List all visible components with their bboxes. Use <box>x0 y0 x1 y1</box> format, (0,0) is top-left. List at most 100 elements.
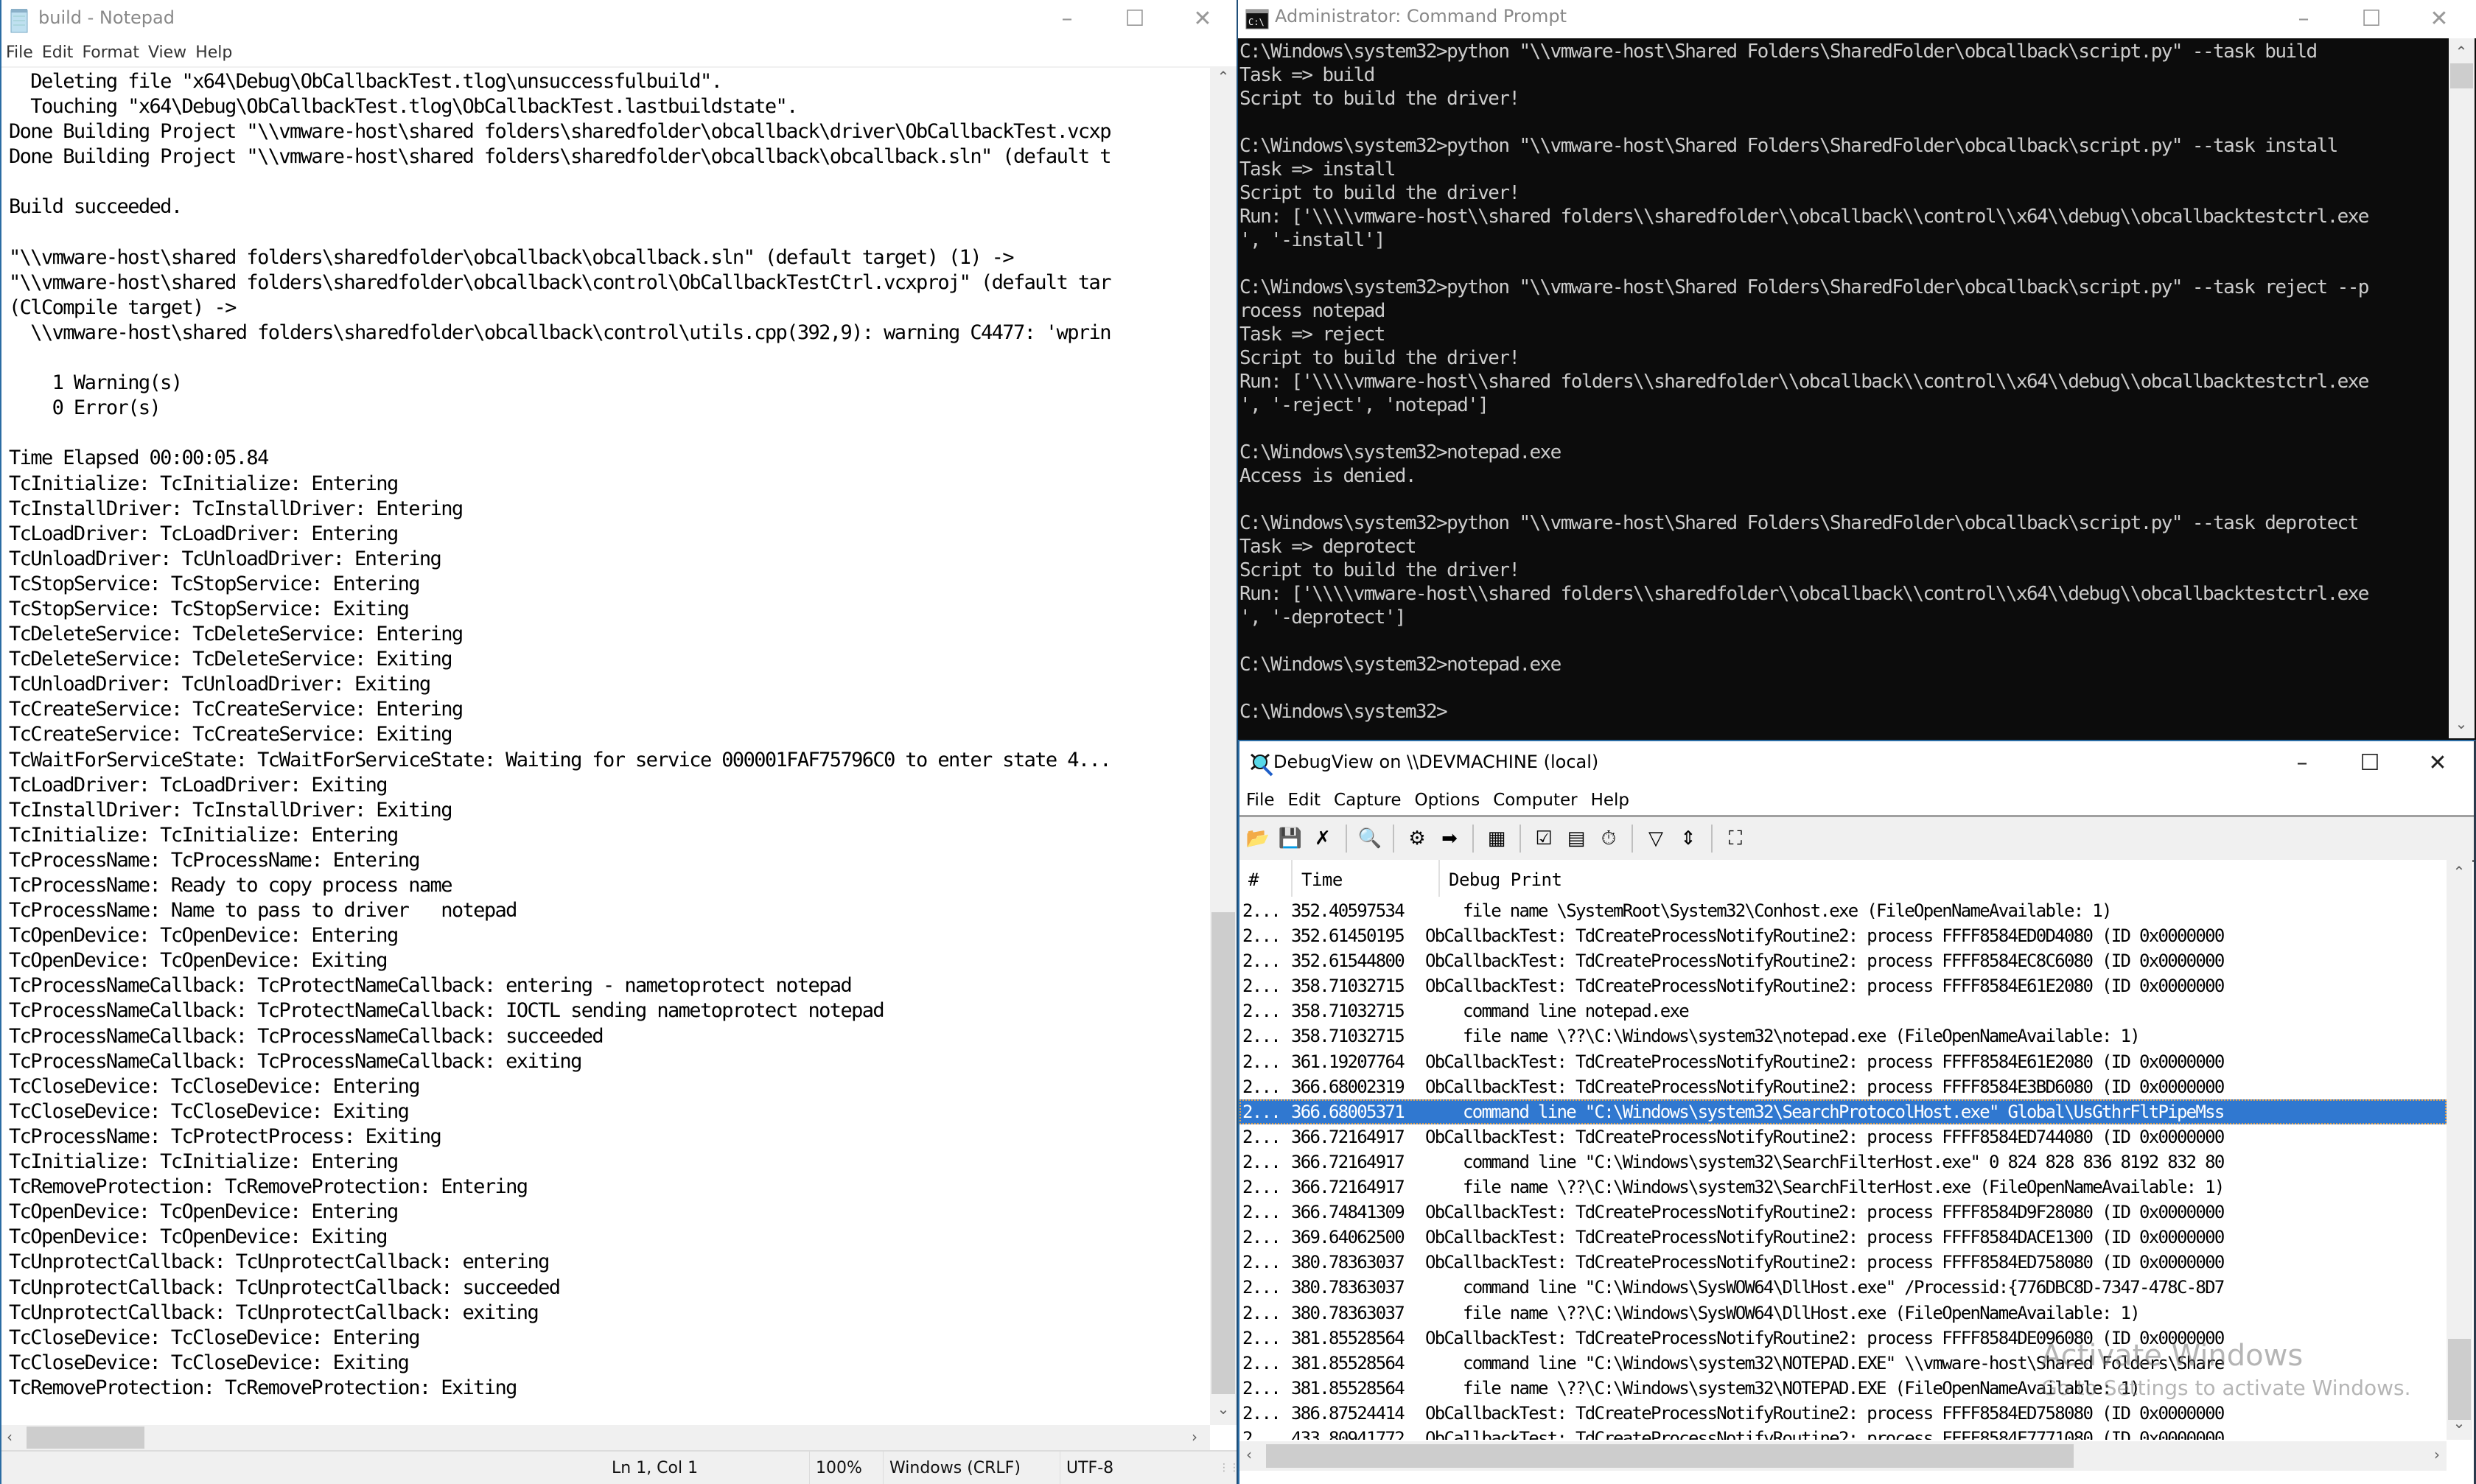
notepad-text-line: TcCloseDevice: TcCloseDevice: Exiting <box>9 1351 410 1374</box>
notepad-icon <box>10 9 28 33</box>
menu-edit[interactable]: Edit <box>1281 785 1328 815</box>
close-button[interactable]: ✕ <box>2404 741 2472 784</box>
close-button[interactable]: ✕ <box>1169 0 1237 37</box>
clock-time-icon[interactable]: ▤ <box>1562 825 1590 853</box>
debug-row[interactable]: 2... 366.72164917 command line "C:\Window… <box>1239 1149 2447 1175</box>
debugview-title-bar[interactable]: DebugView on \\DEVMACHINE (local) – ☐ ✕ <box>1239 741 2474 785</box>
clear-display-icon[interactable]: ✗ <box>1309 825 1337 853</box>
debug-row[interactable]: 2... 386.87524414 ObCallbackTest: TdCreate… <box>1239 1401 2447 1426</box>
history-depth-icon[interactable]: ⇕ <box>1674 825 1702 853</box>
debugview-vertical-scroll-thumb[interactable] <box>2448 1339 2471 1420</box>
scroll-up-arrow-icon[interactable]: ⌃ <box>1211 68 1236 85</box>
row-debug-print: ObCallbackTest: TdCreateProcessNotifyRou… <box>1425 1051 2225 1072</box>
capture-win32-icon[interactable]: ▦ <box>1483 825 1511 853</box>
debug-row[interactable]: 2... 358.71032715 ObCallbackTest: TdCreate… <box>1239 973 2447 998</box>
console-line: Task => install <box>1239 158 1396 181</box>
debug-row[interactable]: 2... 358.71032715 command line notepad.ex… <box>1239 998 2447 1023</box>
debug-row[interactable]: 2... 352.61544800 ObCallbackTest: TdCreate… <box>1239 948 2447 973</box>
row-time: 361.19207764 <box>1291 1051 1405 1072</box>
cmd-vertical-scroll-thumb[interactable] <box>2450 63 2473 88</box>
notepad-horizontal-scroll-thumb[interactable] <box>27 1427 144 1449</box>
notepad-text-area[interactable]: Deleting file "x64\Debug\ObCallbackTest.… <box>1 66 1210 1425</box>
scroll-right-arrow-icon[interactable]: › <box>1182 1428 1207 1446</box>
notepad-title-bar[interactable]: build - Notepad – ☐ ✕ <box>1 0 1237 41</box>
scroll-up-arrow-icon[interactable]: ⌃ <box>2449 43 2474 60</box>
menu-file[interactable]: File <box>1239 785 1281 815</box>
scroll-down-arrow-icon[interactable]: ⌄ <box>1211 1400 1236 1418</box>
maximize-button[interactable]: ☐ <box>1101 0 1169 37</box>
close-button[interactable]: ✕ <box>2405 0 2473 37</box>
notepad-vertical-scroll-thumb[interactable] <box>1211 912 1235 1394</box>
menu-options[interactable]: Options <box>1408 785 1487 815</box>
debug-row[interactable]: 2... 380.78363037 ObCallbackTest: TdCreate… <box>1239 1250 2447 1275</box>
debug-row[interactable]: 2... 381.85528564 command line "C:\Window… <box>1239 1351 2447 1376</box>
open-icon[interactable]: 📂 <box>1244 825 1272 853</box>
column-header-number[interactable]: # <box>1239 860 1293 897</box>
column-header-time[interactable]: Time <box>1293 860 1440 897</box>
save-icon[interactable]: 💾 <box>1276 825 1304 853</box>
debug-row[interactable]: 2... 380.78363037 file name \??\C:\Window… <box>1239 1301 2447 1326</box>
menu-file[interactable]: File <box>1 41 38 65</box>
maximize-button[interactable]: ☐ <box>2337 0 2405 37</box>
menu-help[interactable]: Help <box>191 41 237 65</box>
maximize-button[interactable]: ☐ <box>2336 741 2404 784</box>
debug-row[interactable]: 2... 352.40597534 file name \SystemRoot\S… <box>1239 898 2447 923</box>
debug-row[interactable]: 2... 381.85528564 ObCallbackTest: TdCreate… <box>1239 1326 2447 1351</box>
minimize-button[interactable]: – <box>2270 0 2337 37</box>
debug-row[interactable]: 2... 381.85528564 file name \??\C:\Window… <box>1239 1376 2447 1401</box>
menu-view[interactable]: View <box>144 41 191 65</box>
list-header: # Time Debug Print <box>1239 860 2447 897</box>
debug-row[interactable]: 2... 366.68002319 ObCallbackTest: TdCreate… <box>1239 1074 2447 1099</box>
debugview-horizontal-scrollbar[interactable]: ‹ › <box>1239 1441 2447 1471</box>
debug-row[interactable]: 2... 369.64062500 ObCallbackTest: TdCreate… <box>1239 1225 2447 1250</box>
scroll-down-arrow-icon[interactable]: ⌄ <box>2449 715 2474 732</box>
notepad-text-line: TcWaitForServiceState: TcWaitForServiceS… <box>9 748 1111 771</box>
autoscroll-icon[interactable]: ☑ <box>1530 825 1558 853</box>
menu-capture[interactable]: Capture <box>1327 785 1407 815</box>
cmd-console-output[interactable]: C:\Windows\system32>python "\\vmware-hos… <box>1239 40 2448 738</box>
column-header-debug-print[interactable]: Debug Print <box>1440 860 2447 897</box>
minimize-button[interactable]: – <box>1033 0 1101 37</box>
cmd-vertical-scrollbar[interactable]: ⌃ ⌄ <box>2449 38 2475 738</box>
pass-through-arrow-icon[interactable]: ➡ <box>1435 825 1463 853</box>
scroll-left-arrow-icon[interactable]: ‹ <box>1239 1446 1262 1463</box>
menu-help[interactable]: Help <box>1584 785 1636 815</box>
row-debug-print: command line "C:\Windows\system32\Search… <box>1425 1151 2225 1172</box>
debug-row[interactable]: 2... 358.71032715 file name \??\C:\Window… <box>1239 1023 2447 1049</box>
row-time: 380.78363037 <box>1291 1252 1405 1273</box>
scroll-up-arrow-icon[interactable]: ⌃ <box>2447 863 2472 881</box>
clock-icon[interactable]: ⏱ <box>1595 825 1623 853</box>
minimize-button[interactable]: – <box>2268 741 2336 784</box>
notepad-text-line: TcProcessName: Ready to copy process nam… <box>9 874 452 897</box>
scroll-right-arrow-icon[interactable]: › <box>2424 1446 2449 1463</box>
debug-row[interactable]: 2... 352.61450195 ObCallbackTest: TdCreate… <box>1239 923 2447 948</box>
debug-row[interactable]: 2... 366.72164917 file name \??\C:\Window… <box>1239 1175 2447 1200</box>
scroll-down-arrow-icon[interactable]: ⌄ <box>2447 1414 2472 1432</box>
row-number: 2... <box>1242 951 1281 972</box>
cmd-title-bar[interactable]: C:\ Administrator: Command Prompt – ☐ ✕ <box>1238 0 2476 38</box>
row-number: 2... <box>1242 1151 1281 1172</box>
debug-row[interactable]: 2... 366.74841309 ObCallbackTest: TdCreate… <box>1239 1200 2447 1225</box>
debug-row[interactable]: 2... 361.19207764 ObCallbackTest: TdCreate… <box>1239 1049 2447 1074</box>
debugview-vertical-scrollbar[interactable]: ⌃ ⌄ <box>2447 860 2472 1440</box>
menu-computer[interactable]: Computer <box>1486 785 1584 815</box>
row-time: 366.74841309 <box>1291 1202 1405 1223</box>
filter-highlight-icon[interactable]: ▽ <box>1642 825 1670 853</box>
debug-output-list[interactable]: # Time Debug Print 2... 352.40597534 file… <box>1239 860 2447 1440</box>
resize-grip-icon[interactable]: ⋮⋮ <box>1219 1462 1237 1474</box>
notepad-horizontal-scrollbar[interactable]: ‹ › <box>1 1425 1210 1450</box>
scroll-left-arrow-icon[interactable]: ‹ <box>1 1428 22 1446</box>
capture-kernel-icon[interactable]: ⚙ <box>1403 825 1431 853</box>
find-binoculars-icon[interactable]: ⛶ <box>1721 825 1749 853</box>
debug-row[interactable]: 2... 366.68005371 command line "C:\Window… <box>1239 1099 2447 1124</box>
menu-format[interactable]: Format <box>77 41 144 65</box>
cmd-title: Administrator: Command Prompt <box>1275 6 1567 27</box>
debug-row[interactable]: 2... 380.78363037 command line "C:\Window… <box>1239 1275 2447 1300</box>
debug-row[interactable]: 2... 366.72164917 ObCallbackTest: TdCreate… <box>1239 1124 2447 1149</box>
debug-row[interactable]: 2... 433.80941772 ObCallbackTest: TdCreate… <box>1239 1426 2447 1440</box>
debugview-horizontal-scroll-thumb[interactable] <box>1266 1444 2074 1468</box>
capture-magnifier-icon[interactable]: 🔍 <box>1356 825 1384 853</box>
notepad-vertical-scrollbar[interactable]: ⌃ ⌄ <box>1210 66 1237 1425</box>
menu-edit[interactable]: Edit <box>38 41 78 65</box>
